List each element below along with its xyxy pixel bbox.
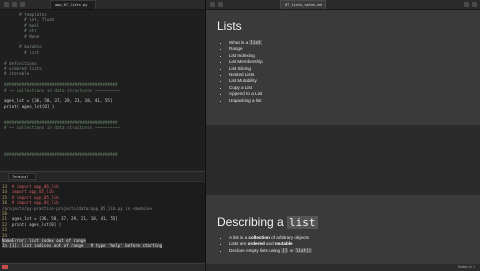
code-line[interactable]: # int, float xyxy=(4,17,54,22)
editor-pane: app_07_lists.py # templates # int, float… xyxy=(0,0,205,271)
slide-title: Describing a list xyxy=(217,215,318,229)
code-line[interactable]: # ordered lists xyxy=(4,66,42,71)
slide-title-code: list xyxy=(287,216,318,229)
code-line[interactable]: ########################################… xyxy=(4,82,117,87)
terminal-line: NameError: list index out of range xyxy=(2,238,86,243)
preview-toolbar xyxy=(210,2,223,7)
terminal-output[interactable]: 13 # import app_06_lib 14 import app_05_l… xyxy=(0,182,205,262)
more-icon[interactable] xyxy=(472,2,477,7)
code-line[interactable]: # ~~ collections in data structures ~~~~… xyxy=(4,125,120,130)
bullet-bold: mutable xyxy=(274,241,293,247)
terminal-text: import app_05_lib xyxy=(6,189,54,195)
terminal-text: print( ages_lst[0] ) xyxy=(6,221,62,227)
code-line[interactable]: ages_lst = [36, 58, 37, 29, 21, 18, 41, … xyxy=(4,98,112,103)
terminal-tab-bar: Terminal xyxy=(0,172,205,182)
terminal-line: 16 # import app_04_lib xyxy=(2,200,59,205)
code-line[interactable]: # str xyxy=(4,28,37,33)
terminal-text: # import app_05_lib xyxy=(6,194,59,200)
terminal-line: 22 print( ages_lst[0] ) xyxy=(2,222,61,227)
slide-gap xyxy=(206,125,480,195)
topic-text: Range xyxy=(229,46,243,52)
topic-text: Append to a List xyxy=(229,91,263,97)
tab-terminal[interactable]: Terminal xyxy=(8,173,36,180)
topic-text: Nested Lists xyxy=(229,72,255,78)
list-item: Declare empty lists using [] or list() xyxy=(229,247,313,254)
topic-code: list xyxy=(249,40,262,45)
slide-describing-list: Describing a list A list is a collection… xyxy=(206,195,480,263)
tab-preview[interactable]: 07_lists_notes.md - Pr... xyxy=(280,0,326,9)
bullet-text: Lists are xyxy=(229,241,248,247)
line-number: 23 xyxy=(2,227,7,233)
terminal-line: /projects/py-practice-projects/data/app_… xyxy=(2,206,152,211)
editor-tab-bar: app_07_lists.py xyxy=(0,0,205,10)
terminal-text: # import app_06_lib xyxy=(6,184,59,189)
topic-text: Unpacking a list xyxy=(229,97,262,103)
line-number: 20 xyxy=(2,211,7,216)
editor-toolbar xyxy=(4,2,25,7)
preview-pane: 07_lists_notes.md - Pr... Lists What is … xyxy=(205,0,480,271)
tab-editor-file[interactable]: app_07_lists.py xyxy=(50,0,96,9)
topic-text: Copy a List xyxy=(229,84,252,90)
bullet-text: A list is a xyxy=(229,235,249,240)
preview-actions xyxy=(464,2,477,7)
terminal-line: 13 # import app_06_lib xyxy=(2,184,59,189)
slide-bullet-list: A list is a collection of arbitrary obje… xyxy=(221,235,313,254)
line-number: 24 xyxy=(2,232,7,238)
list-item: Unpacking a list xyxy=(229,98,263,104)
code-line[interactable]: # iterable xyxy=(4,71,29,76)
code-line[interactable]: # bool xyxy=(4,23,39,28)
bullet-text: of arbitrary objects xyxy=(269,235,309,240)
terminal-text: In [1]: list indices out of range # type… xyxy=(2,243,163,249)
code-line[interactable]: # templates xyxy=(4,12,47,17)
code-line[interactable]: print( ages_lst[0] ) xyxy=(4,104,54,109)
slide-topic-list: What is a list RangeList IndexingList Mem… xyxy=(221,40,263,104)
terminal-text: NameError: list index out of range xyxy=(2,238,86,243)
bullet-text: Declare empty lists using xyxy=(229,247,282,253)
bullet-bold: ordered xyxy=(247,241,265,247)
topic-text: What is a xyxy=(229,40,250,45)
code-line[interactable]: # None xyxy=(4,34,39,39)
terminal-line: 15 # import app_05_lib xyxy=(2,195,59,200)
terminal-line: 20 xyxy=(2,211,7,216)
slide-title: Lists xyxy=(217,19,242,33)
slide-title-text: Describing a xyxy=(217,215,288,229)
code-line[interactable]: ########################################… xyxy=(4,120,117,125)
bullet-text: and xyxy=(264,241,275,247)
bullet-bold: collection xyxy=(248,235,270,240)
terminal-text: # import app_04_lib xyxy=(6,200,59,206)
topic-text: List Membership xyxy=(229,59,263,65)
preview-tab-bar: 07_lists_notes.md - Pr... xyxy=(206,0,480,10)
code-line[interactable]: # list xyxy=(4,50,39,55)
terminal-line: 23 xyxy=(2,227,7,232)
forward-icon[interactable] xyxy=(218,2,223,7)
slide-lists: Lists What is a listRangeList IndexingLi… xyxy=(206,10,480,125)
terminal-text: ages_lst = [36, 58, 37, 29, 21, 18, 41, … xyxy=(6,216,118,222)
code-editor[interactable]: # templates # int, float # bool # str # … xyxy=(0,10,205,170)
split-icon[interactable] xyxy=(464,2,469,7)
terminal-line: 21 ages_lst = [36, 58, 37, 29, 21, 18, 4… xyxy=(2,216,118,221)
back-icon[interactable] xyxy=(210,2,215,7)
status-indicator xyxy=(2,265,8,269)
bullet-code: list() xyxy=(295,247,313,253)
code-line[interactable]: # mutable xyxy=(4,44,42,49)
terminal-line: In [1]: list indices out of range # type… xyxy=(2,243,163,249)
topic-text: List Mutability xyxy=(229,78,257,84)
code-line[interactable]: # ~~ collections in data structures ~~~~… xyxy=(4,88,120,93)
topic-text: List Slicing xyxy=(229,65,251,71)
terminal-line: 14 import app_05_lib xyxy=(2,189,54,194)
topic-text: List Indexing xyxy=(229,52,255,58)
code-line[interactable]: ########################################… xyxy=(4,152,117,157)
search-icon[interactable] xyxy=(20,2,25,7)
code-line[interactable]: # definitions xyxy=(4,61,37,66)
terminal-line: 24 xyxy=(2,233,7,238)
terminal-text: /projects/py-practice-projects/data/app_… xyxy=(2,205,153,211)
folder-icon[interactable] xyxy=(4,2,9,7)
file-icon[interactable] xyxy=(12,2,17,7)
